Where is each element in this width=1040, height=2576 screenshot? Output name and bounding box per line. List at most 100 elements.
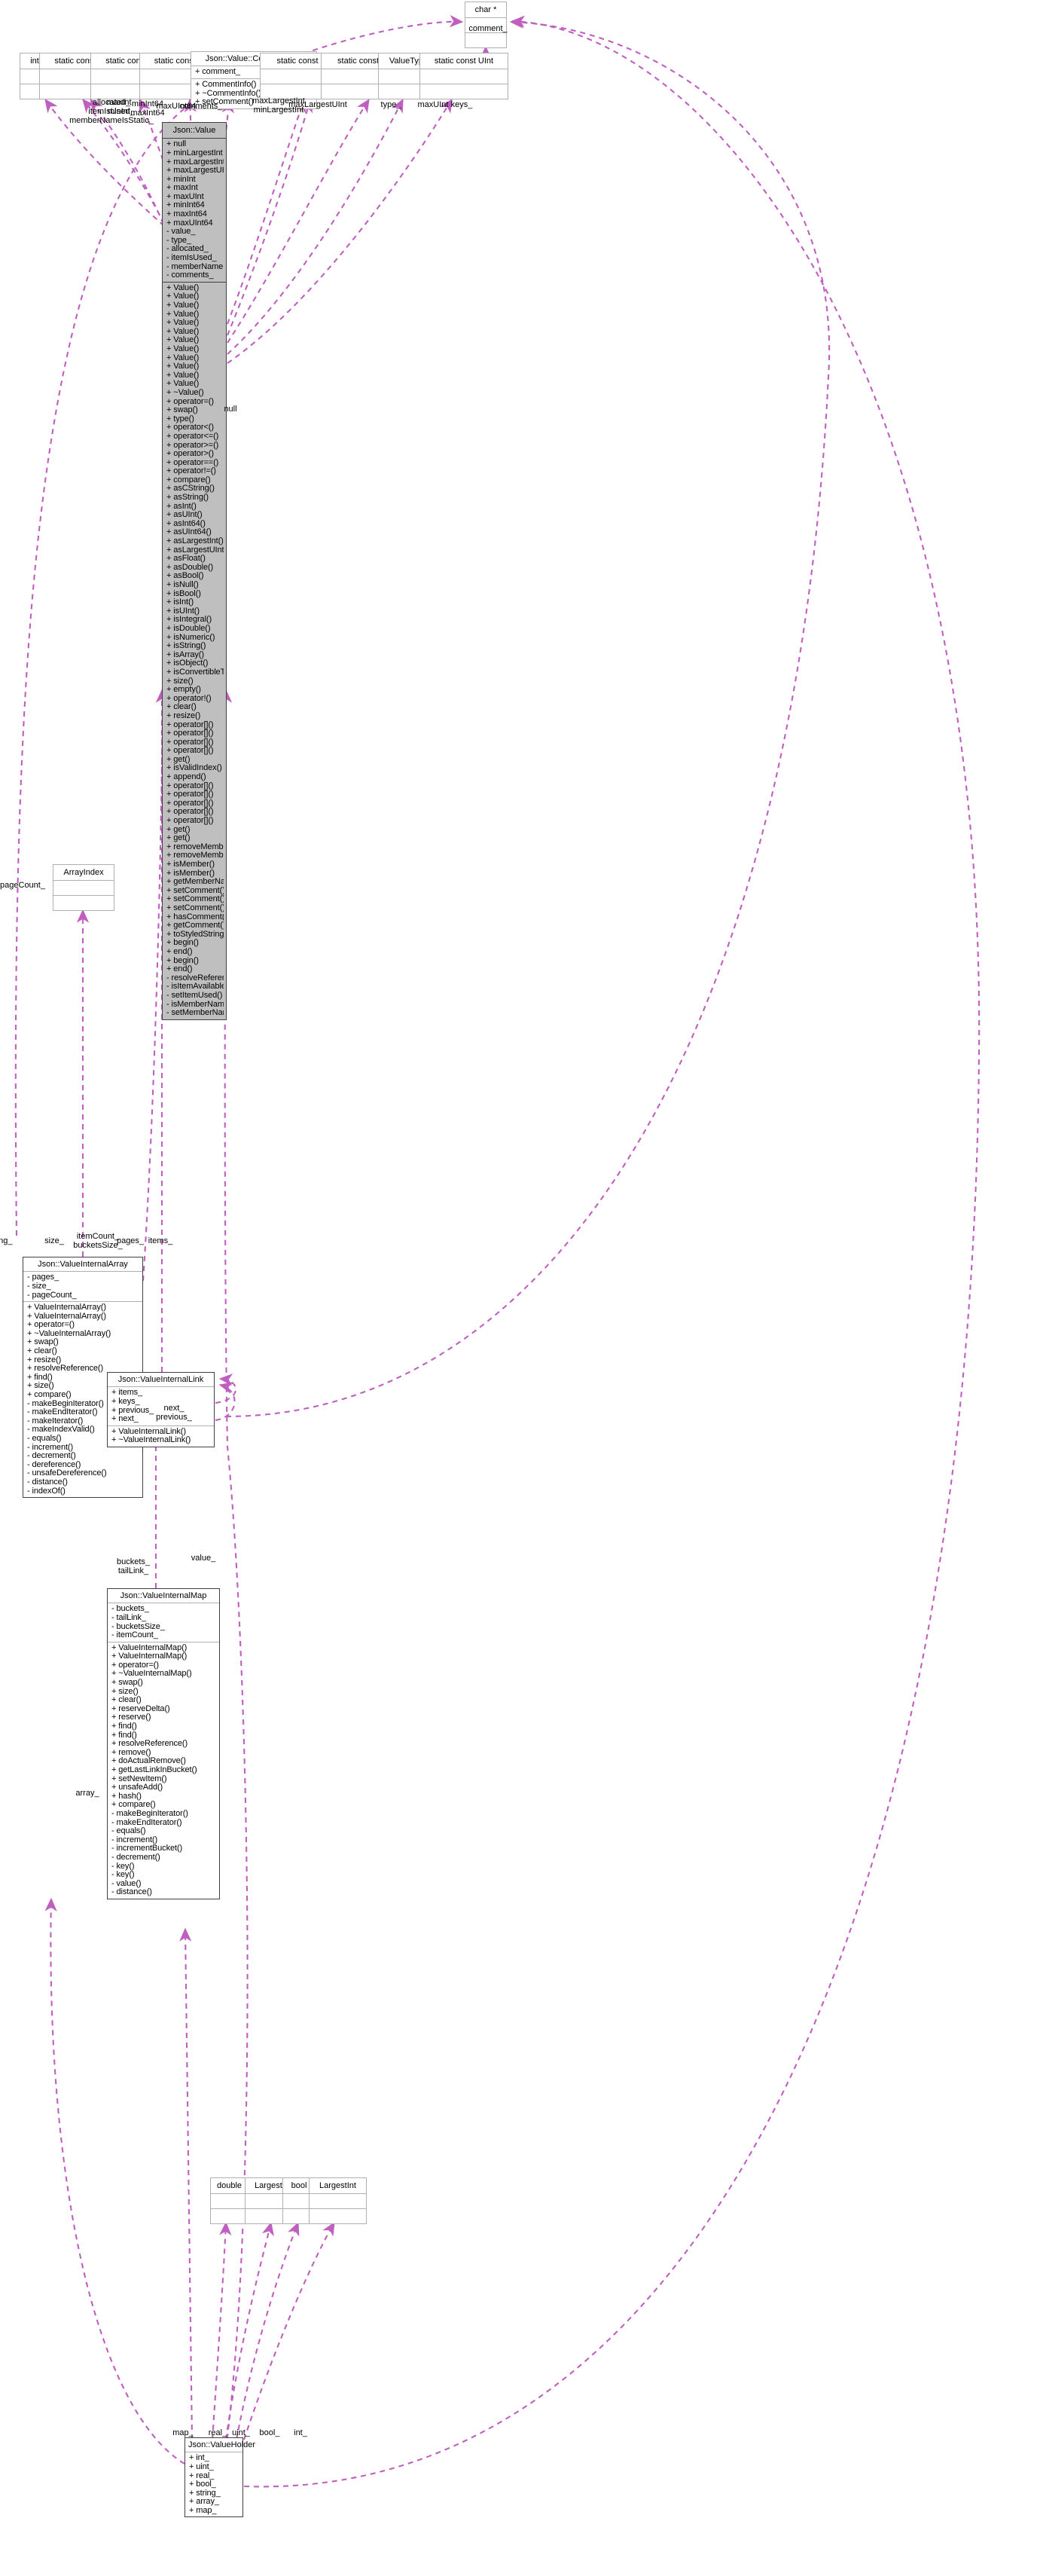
node-title: Json::Value (163, 123, 226, 139)
array-label: array_ (75, 1789, 99, 1798)
node-attributes (53, 880, 114, 895)
member-row: + toStyledString() (166, 930, 224, 939)
node-array-index[interactable]: ArrayIndex (53, 864, 114, 912)
bool-label: bool_ (260, 2428, 280, 2437)
member-row: + ~ValueInternalLink() (111, 1436, 191, 1445)
member-row: - makeBeginIterator() (111, 1809, 188, 1818)
node-title: Json::ValueHolder (188, 2440, 256, 2449)
node-attributes: + null + minLargestInt + maxLargestInt + ma… (163, 139, 226, 282)
edge-label-line: items_ (148, 1236, 173, 1245)
buckets-label: buckets_ tailLink_ (117, 1557, 150, 1575)
edge-label-line: pageCount_ (0, 881, 45, 890)
member-row: + operator[]() (166, 817, 214, 826)
member-row: + asInt64() (166, 519, 206, 528)
member-row: + isMember() (166, 860, 215, 869)
edge-label-line: bucketsSize_ (73, 1241, 123, 1250)
member-row: + uint_ (189, 2462, 214, 2471)
node-largest-int[interactable]: LargestInt (309, 2177, 367, 2225)
node-title: char * (474, 5, 497, 14)
edge-label-line: null (224, 405, 237, 414)
member-row: + asUInt64() (166, 528, 212, 537)
member-row: + remove() (111, 1748, 151, 1757)
member-row: + removeMember() (166, 842, 224, 851)
member-row: + isInt() (166, 598, 194, 607)
member-row: - distance() (27, 1477, 68, 1487)
edge-label-line: minInt (108, 107, 130, 116)
member-row: - bucketsSize_ (111, 1622, 165, 1631)
node-json-value[interactable]: Json::Value + null + minLargestInt + maxLa… (162, 122, 227, 1020)
member-row: - unsafeDereference() (27, 1469, 107, 1478)
node-attributes: + int_ + uint_ + real_ + bool_ + string_ + ar… (185, 2452, 242, 2516)
member-row: + Value() (166, 292, 200, 301)
member-row: + int_ (189, 2454, 209, 2463)
member-row: + asLargestUInt() (166, 545, 224, 555)
member-row: + get() (166, 834, 191, 843)
node-static-const-uint[interactable]: static const UInt (419, 53, 508, 100)
member-row: - value() (111, 1879, 142, 1888)
node-title: LargestInt (319, 2181, 356, 2190)
member-row: - indexOf() (27, 1487, 66, 1496)
member-row: + end() (166, 947, 193, 956)
member-row: + maxLargestUInt (166, 167, 224, 176)
member-row: - value_ (166, 228, 196, 237)
edge-label-line: maxUInt (417, 100, 449, 109)
member-row: + operator==() (166, 458, 219, 467)
edge-label-line: maxInt (106, 98, 132, 107)
member-row: + setComment() (166, 886, 224, 895)
node-double[interactable]: double (210, 2177, 249, 2225)
node-methods: + ValueInternalMap() + ValueInternalMap()… (108, 1641, 219, 1899)
member-row: + operator[]() (166, 781, 214, 790)
member-row: + operator>=() (166, 441, 219, 450)
member-row: + operator[]() (166, 729, 214, 738)
maxlargestuint-label: maxLargestUInt (288, 100, 347, 109)
member-row: - dereference() (27, 1460, 81, 1469)
member-row: + ~ValueInternalArray() (27, 1329, 111, 1338)
member-row: + Value() (166, 327, 200, 336)
member-row: + isString() (166, 642, 206, 651)
member-row: + isIntegral() (166, 616, 212, 625)
member-row: + operator>() (166, 450, 214, 459)
member-row: - decrement() (27, 1452, 76, 1461)
member-row: + operator[]() (166, 747, 214, 756)
member-row: + minLargestInt (166, 148, 223, 157)
member-row: + Value() (166, 353, 200, 362)
edge-label-line: comment_ (468, 24, 508, 33)
member-row: - equals() (111, 1827, 146, 1836)
member-row: + Value() (166, 344, 200, 353)
collaboration-diagram-canvas: char * int static const Int static const… (0, 0, 1040, 2576)
node-methods: + Value() + Value() + Value() + Value() + Va… (163, 281, 226, 1019)
member-row: + asBool() (166, 572, 204, 581)
edge-label-line: keys_ (450, 100, 473, 109)
node-attributes: - buckets_ - tailLink_ - bucketsSize_ - ite… (108, 1603, 219, 1641)
member-row: + setNewItem() (111, 1774, 167, 1783)
member-row: + operator[]() (166, 790, 214, 799)
member-row: + hasComment() (166, 912, 224, 921)
member-row: + type() (166, 414, 194, 423)
member-row: - key() (111, 1871, 135, 1880)
member-row: - isMemberNameStatic() (166, 1000, 224, 1009)
member-row: + ~ValueInternalMap() (111, 1670, 192, 1679)
member-row: + compare() (111, 1801, 156, 1810)
edge-label-line: tailLink_ (117, 1566, 149, 1575)
member-row: - makeEndIterator() (111, 1818, 182, 1827)
member-row: + operator=() (166, 397, 214, 406)
diagram-edges (14, 14, 981, 2488)
member-row: + clear() (111, 1696, 142, 1705)
member-row: + asUInt() (166, 511, 203, 520)
member-row: + Value() (166, 283, 200, 292)
member-row: + find() (111, 1722, 137, 1731)
node-attributes (310, 2193, 366, 2208)
string-label: string_ (0, 1236, 13, 1245)
edge-label-line: array_ (75, 1789, 99, 1798)
member-row: + asInt() (166, 502, 197, 511)
maxint-label: maxInt minInt (106, 98, 131, 116)
member-row: - tailLink_ (111, 1613, 146, 1622)
member-row: - pageCount_ (27, 1291, 77, 1300)
member-row: + isObject() (166, 659, 209, 668)
node-value-internal-map[interactable]: Json::ValueInternalMap - buckets_ - tailL… (107, 1588, 220, 1899)
member-row: - itemIsUsed_ (166, 254, 217, 263)
member-row: - distance() (111, 1888, 152, 1897)
node-value-holder[interactable]: Json::ValueHolder + int_ + uint_ + real_ + … (185, 2437, 256, 2518)
node-title: Json::ValueInternalArray (38, 1260, 128, 1269)
member-row: + find() (111, 1731, 137, 1740)
